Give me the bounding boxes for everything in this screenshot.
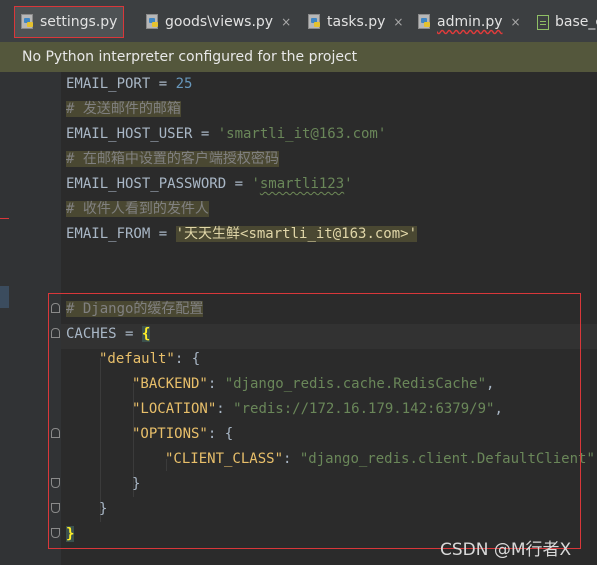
- editor-tab-bar: settings.py goods\views.py × tasks.py × …: [0, 0, 597, 43]
- tab-label: base_c: [555, 14, 597, 30]
- red-divider: [0, 218, 9, 219]
- tab-settings-py[interactable]: settings.py: [14, 6, 125, 38]
- watermark: CSDN @M行者X: [440, 540, 572, 560]
- interpreter-warning-banner: No Python interpreter configured for the…: [0, 42, 597, 72]
- tab-goods-views-py[interactable]: goods\views.py ×: [146, 6, 291, 38]
- annotation-highlight-box: [48, 293, 581, 549]
- code-line: # 收件人看到的发件人: [66, 201, 209, 217]
- tab-tasks-py[interactable]: tasks.py ×: [308, 6, 403, 38]
- python-file-icon: [146, 14, 160, 30]
- banner-text: No Python interpreter configured for the…: [22, 49, 358, 65]
- close-icon[interactable]: ×: [281, 15, 291, 29]
- structure-marker: [0, 286, 9, 308]
- code-line: EMAIL_FROM = '天天生鲜<smartli_it@163.com>': [66, 226, 418, 242]
- code-line: # 在邮箱中设置的客户端授权密码: [66, 151, 279, 167]
- tab-base[interactable]: base_c: [537, 6, 597, 38]
- html-file-icon: [537, 14, 549, 30]
- code-line: EMAIL_PORT = 25: [66, 76, 193, 92]
- close-icon[interactable]: ×: [511, 15, 521, 29]
- tool-window-strip: [0, 72, 9, 565]
- code-line: EMAIL_HOST_USER = 'smartli_it@163.com': [66, 126, 387, 142]
- code-line: # 发送邮件的邮箱: [66, 101, 181, 117]
- tab-label: tasks.py: [327, 14, 386, 30]
- ide-window: settings.py goods\views.py × tasks.py × …: [0, 0, 597, 565]
- tab-label: admin.py: [437, 14, 503, 30]
- python-file-icon: [308, 14, 322, 30]
- tab-admin-py[interactable]: admin.py ×: [418, 6, 521, 38]
- python-file-icon: [21, 14, 35, 30]
- code-line: EMAIL_HOST_PASSWORD = 'smartli123': [66, 176, 353, 192]
- code-editor[interactable]: EMAIL_PORT = 25 # 发送邮件的邮箱 EMAIL_HOST_USE…: [0, 72, 597, 565]
- tab-label: goods\views.py: [165, 14, 274, 30]
- close-icon[interactable]: ×: [393, 15, 403, 29]
- tab-label: settings.py: [40, 14, 118, 30]
- python-file-icon: [418, 14, 432, 30]
